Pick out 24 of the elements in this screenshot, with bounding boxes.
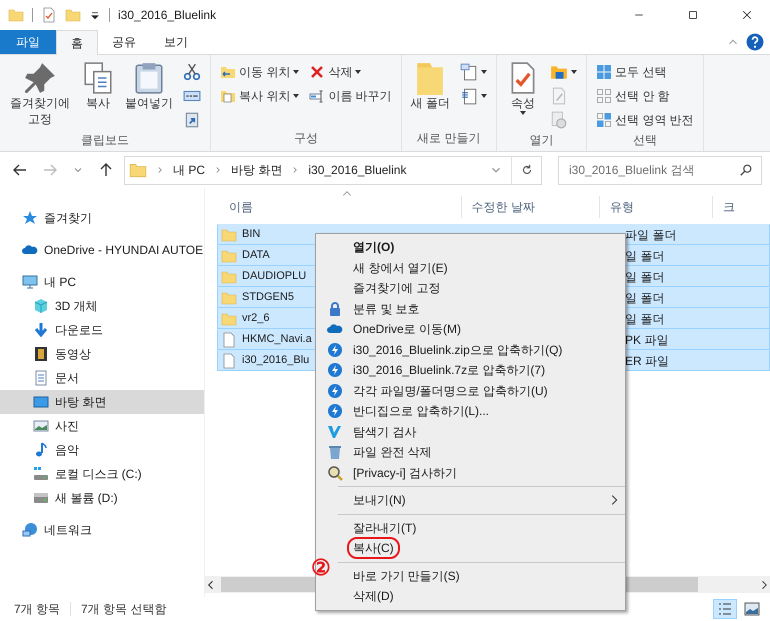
file-type: 일 폴더: [625, 290, 664, 306]
file-name: STDGEN5: [242, 290, 294, 306]
group-label: 선택: [632, 132, 658, 149]
window-title: i30_2016_Bluelink: [118, 7, 216, 24]
selection-count: 7개 항목 선택함: [81, 601, 166, 618]
file-name: i30_2016_Blu: [242, 353, 310, 368]
file-name: HKMC_Navi.a: [242, 332, 312, 348]
group-label: 새로 만들기: [416, 130, 482, 147]
file-type: PK 파일: [625, 332, 668, 348]
item-count: 7개 항목: [14, 601, 60, 618]
file-type: 일 폴더: [625, 310, 664, 328]
file-name: DATA: [242, 248, 270, 264]
group-label: 클립보드: [80, 132, 130, 149]
group-label: 구성: [292, 130, 319, 147]
file-type: 일 폴더: [625, 248, 664, 264]
file-type: 파일 폴더: [625, 226, 676, 244]
highlight-outline: 복사(C): [347, 537, 400, 560]
step-number: ②: [311, 557, 331, 579]
file-name: vr2_6: [242, 311, 270, 326]
group-label: 열기: [528, 132, 555, 149]
file-name: BIN: [242, 227, 260, 242]
file-name: DAUDIOPLU: [242, 269, 306, 284]
file-type: 일 폴더: [625, 268, 664, 286]
file-type: ER 파일: [625, 352, 670, 370]
